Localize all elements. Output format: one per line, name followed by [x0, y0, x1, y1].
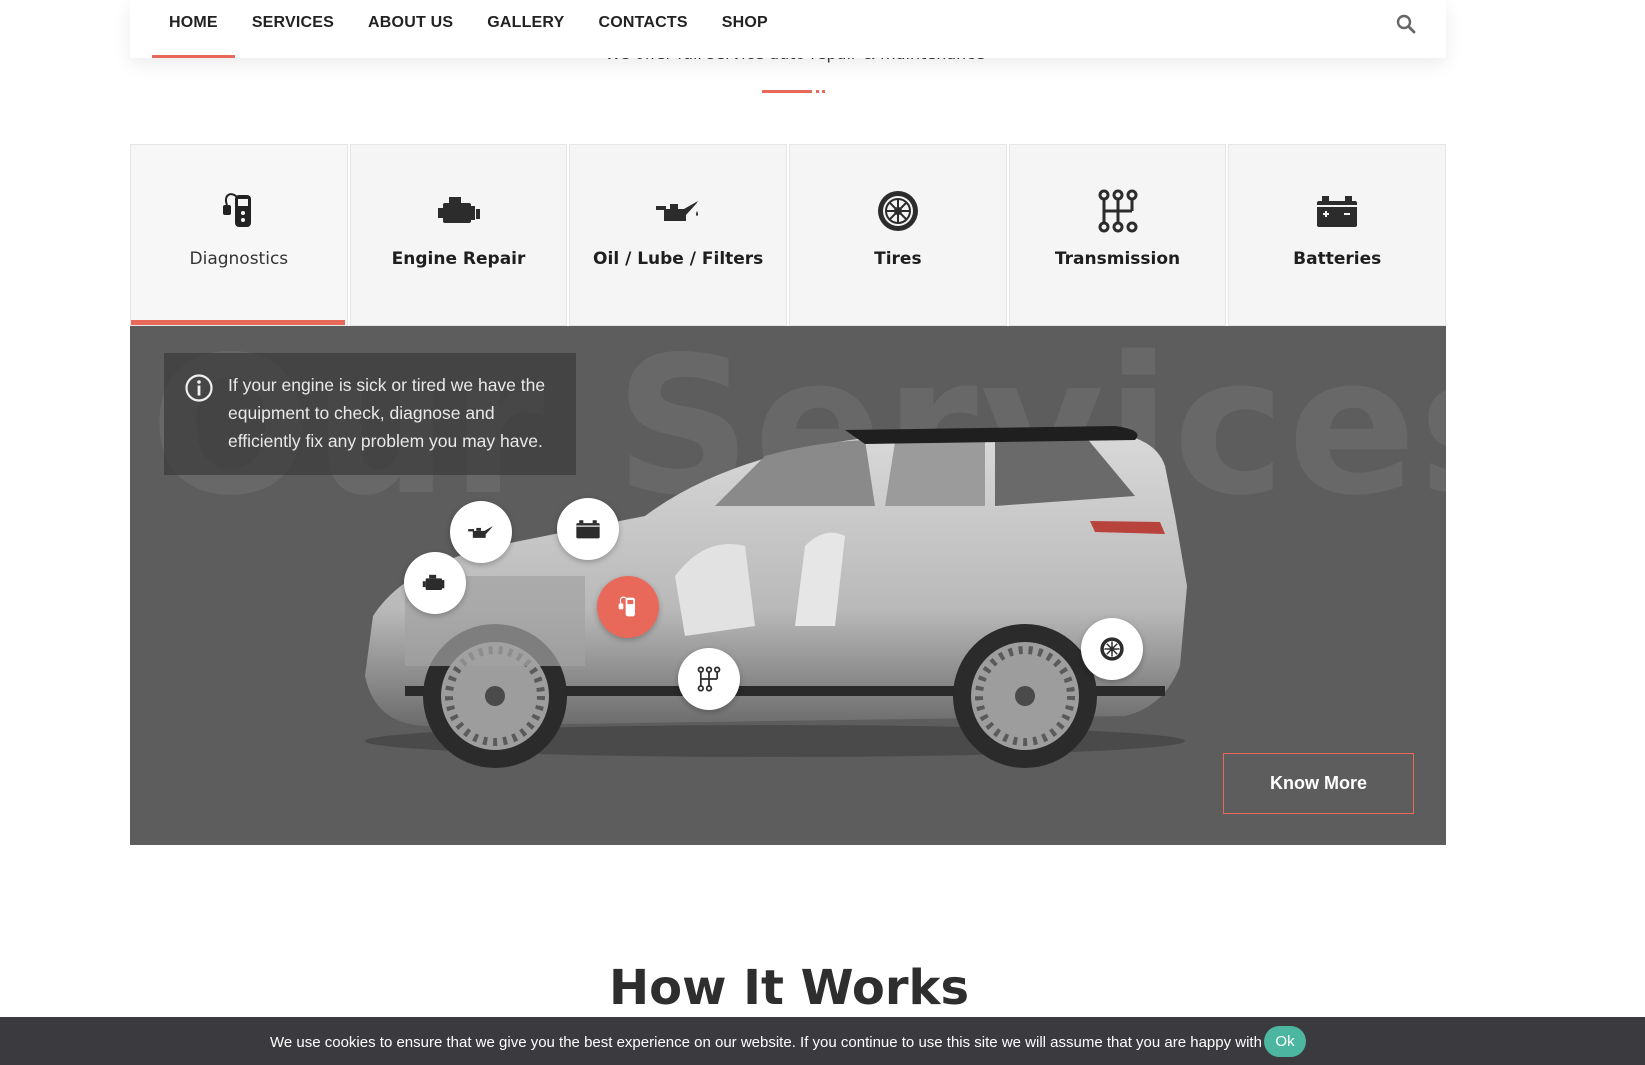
tab-label: Batteries — [1293, 249, 1382, 269]
tab-transmission[interactable]: Transmission — [1008, 144, 1227, 326]
tire-icon — [877, 191, 918, 231]
engine-icon — [422, 574, 445, 590]
top-navigation: HOME SERVICES ABOUT US GALLERY CONTACTS … — [130, 0, 1446, 58]
hotspot-battery[interactable] — [557, 498, 619, 560]
cookie-ok-button[interactable]: Ok — [1264, 1026, 1306, 1057]
diagnostics-icon — [222, 193, 251, 227]
tab-label: Oil / Lube / Filters — [593, 249, 764, 269]
nav-item-about-us[interactable]: ABOUT US — [351, 0, 470, 58]
nav-item-services[interactable]: SERVICES — [235, 0, 351, 58]
gearshift-icon — [1098, 189, 1138, 233]
nav-item-home[interactable]: HOME — [152, 0, 235, 58]
how-it-works-heading: How It Works — [608, 960, 970, 1016]
battery-icon — [576, 520, 600, 539]
cookie-bar: We use cookies to ensure that we give yo… — [0, 1017, 1645, 1065]
info-box: If your engine is sick or tired we have … — [164, 353, 576, 475]
know-more-button[interactable]: Know More — [1223, 753, 1414, 814]
nav-item-contacts[interactable]: CONTACTS — [581, 0, 704, 58]
gearshift-icon — [697, 666, 721, 692]
tab-engine-repair[interactable]: Engine Repair — [349, 144, 568, 326]
hotspot-transmission[interactable] — [678, 648, 740, 710]
info-icon — [185, 374, 213, 402]
diagnostics-icon — [618, 596, 635, 617]
tab-label: Transmission — [1054, 249, 1181, 269]
tire-icon — [1100, 637, 1124, 661]
engine-icon — [437, 197, 480, 223]
cookie-text: We use cookies to ensure that we give yo… — [270, 1034, 1278, 1051]
search-icon[interactable] — [1396, 14, 1416, 34]
hotspot-oil[interactable] — [450, 501, 512, 563]
hotspot-diagnostics[interactable] — [597, 576, 659, 638]
services-showcase: Our Services If your engine is sick or t… — [130, 326, 1446, 845]
tab-diagnostics[interactable]: Diagnostics — [130, 144, 348, 326]
nav-item-shop[interactable]: SHOP — [705, 0, 785, 58]
tab-oil-lube-filters[interactable]: Oil / Lube / Filters — [569, 144, 788, 326]
section-divider — [762, 90, 826, 94]
oil-can-icon — [468, 526, 493, 538]
tab-label: Tires — [874, 249, 922, 269]
service-tabs: Diagnostics Engine Repair Oil / Lube / F… — [130, 144, 1447, 326]
info-text: If your engine is sick or tired we have … — [228, 375, 546, 451]
tab-label: Diagnostics — [189, 249, 289, 269]
battery-icon — [1317, 196, 1358, 227]
tab-tires[interactable]: Tires — [789, 144, 1007, 326]
hotspot-engine[interactable] — [404, 552, 466, 614]
hotspot-tires[interactable] — [1081, 618, 1143, 680]
car-cutaway-image — [365, 426, 1187, 768]
tab-batteries[interactable]: Batteries — [1228, 144, 1447, 326]
nav-item-gallery[interactable]: GALLERY — [470, 0, 581, 58]
tab-label: Engine Repair — [391, 249, 526, 269]
oil-can-icon — [656, 201, 699, 221]
